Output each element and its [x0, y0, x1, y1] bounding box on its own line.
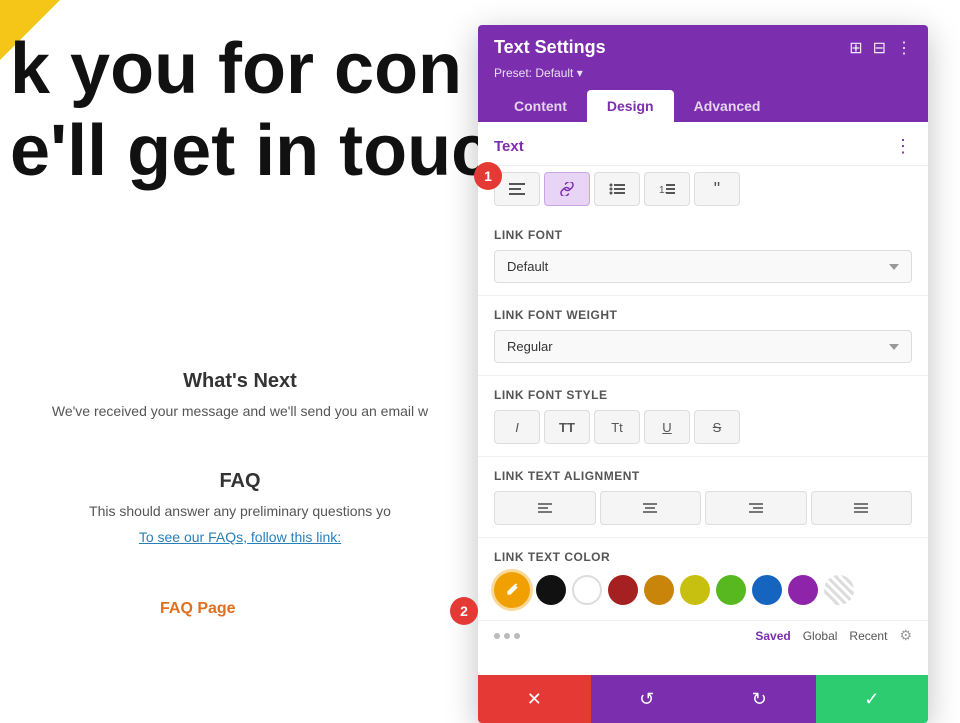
color-picker-row: [494, 572, 912, 608]
cancel-button[interactable]: ✕: [478, 675, 591, 723]
panel-header-top: Text Settings ⊞ ⊟ ⋮: [494, 37, 912, 58]
align-right-btn[interactable]: [705, 491, 807, 525]
section-header: Text ⋮: [478, 122, 928, 166]
align-buttons: [494, 491, 912, 525]
link-font-weight-section: Link Font Weight Regular: [478, 296, 928, 376]
whats-next-text: We've received your message and we'll se…: [0, 403, 480, 419]
color-swatch-red[interactable]: [608, 575, 638, 605]
save-button[interactable]: ✓: [816, 675, 929, 723]
section-header-left: Text: [494, 138, 524, 155]
panel-tabs: Content Design Advanced: [494, 90, 912, 122]
faq-link: To see our FAQs, follow this link:: [0, 529, 480, 545]
tab-design[interactable]: Design: [587, 90, 674, 122]
section-title: Text: [494, 138, 524, 155]
section-more-icon[interactable]: ⋮: [894, 136, 912, 157]
link-font-section: Link Font Default: [478, 216, 928, 296]
color-swatch-blue[interactable]: [752, 575, 782, 605]
toolbar-quote-btn[interactable]: ": [694, 172, 740, 206]
color-swatch-white[interactable]: [572, 575, 602, 605]
toolbar-link-btn[interactable]: [544, 172, 590, 206]
saved-tab[interactable]: Saved: [755, 629, 790, 643]
link-font-style-section: Link Font Style I TT Tt U S: [478, 376, 928, 457]
color-swatch-none[interactable]: [824, 575, 854, 605]
link-font-select[interactable]: Default: [494, 250, 912, 283]
headline-line2: e'll get in touc: [0, 110, 491, 192]
color-swatch-purple[interactable]: [788, 575, 818, 605]
font-style-buttons: I TT Tt U S: [494, 410, 912, 444]
faq-title: FAQ: [0, 470, 480, 493]
color-dots: [494, 633, 520, 639]
badge-1: 1: [474, 162, 502, 190]
expand-icon[interactable]: ⊞: [849, 38, 862, 58]
dot-3: [514, 633, 520, 639]
style-tt2-btn[interactable]: Tt: [594, 410, 640, 444]
headline-line1: k you for con: [0, 30, 462, 109]
tab-content[interactable]: Content: [494, 90, 587, 122]
color-swatch-green[interactable]: [716, 575, 746, 605]
panel-body: Text ⋮ 1. " Link Font: [478, 122, 928, 675]
recent-tab[interactable]: Recent: [849, 629, 887, 643]
style-tt-btn[interactable]: TT: [544, 410, 590, 444]
dot-1: [494, 633, 500, 639]
preset-selector[interactable]: Preset: Default: [494, 66, 912, 80]
align-justify-btn[interactable]: [811, 491, 913, 525]
more-icon[interactable]: ⋮: [896, 38, 912, 58]
redo-button[interactable]: ↻: [703, 675, 816, 723]
panel-title: Text Settings: [494, 37, 606, 58]
faq-section: FAQ This should answer any preliminary q…: [0, 470, 480, 555]
color-swatch-yellow[interactable]: [680, 575, 710, 605]
undo-button[interactable]: ↺: [591, 675, 704, 723]
panel-footer: ✕ ↺ ↻ ✓: [478, 675, 928, 723]
link-text-color-section: Link Text Color: [478, 538, 928, 621]
color-swatch-orange[interactable]: [644, 575, 674, 605]
align-left-btn[interactable]: [494, 491, 596, 525]
style-italic-btn[interactable]: I: [494, 410, 540, 444]
style-strike-btn[interactable]: S: [694, 410, 740, 444]
faq-page-link[interactable]: FAQ Page: [160, 600, 236, 618]
link-text-color-label: Link Text Color: [494, 550, 912, 564]
toolbar-list-ul-btn[interactable]: [594, 172, 640, 206]
text-toolbar: 1. ": [478, 166, 928, 216]
link-font-weight-label: Link Font Weight: [494, 308, 912, 322]
tab-advanced[interactable]: Advanced: [674, 90, 781, 122]
text-settings-panel: Text Settings ⊞ ⊟ ⋮ Preset: Default Cont…: [478, 25, 928, 723]
color-footer: Saved Global Recent ⚙: [478, 621, 928, 652]
color-footer-tabs: Saved Global Recent ⚙: [755, 627, 912, 644]
link-text-align-label: Link Text Alignment: [494, 469, 912, 483]
style-underline-btn[interactable]: U: [644, 410, 690, 444]
panel-header: Text Settings ⊞ ⊟ ⋮ Preset: Default Cont…: [478, 25, 928, 122]
faq-text: This should answer any preliminary quest…: [0, 503, 480, 519]
badge-2: 2: [450, 597, 478, 625]
panel-header-icons: ⊞ ⊟ ⋮: [849, 38, 912, 58]
color-swatch-black[interactable]: [536, 575, 566, 605]
dot-2: [504, 633, 510, 639]
global-tab[interactable]: Global: [803, 629, 838, 643]
link-font-label: Link Font: [494, 228, 912, 242]
link-text-align-section: Link Text Alignment: [478, 457, 928, 538]
color-settings-gear-icon[interactable]: ⚙: [899, 627, 912, 644]
align-center-btn[interactable]: [600, 491, 702, 525]
link-font-weight-select[interactable]: Regular: [494, 330, 912, 363]
whats-next-title: What's Next: [0, 370, 480, 393]
color-edit-button[interactable]: [494, 572, 530, 608]
whats-next-section: What's Next We've received your message …: [0, 370, 480, 439]
layout-icon[interactable]: ⊟: [873, 38, 886, 58]
toolbar-list-ol-btn[interactable]: 1.: [644, 172, 690, 206]
link-font-style-label: Link Font Style: [494, 388, 912, 402]
